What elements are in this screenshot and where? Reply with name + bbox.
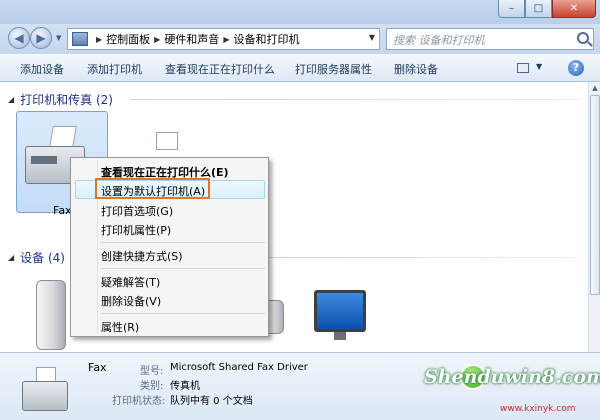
- breadcrumb-chevron-icon[interactable]: ▶: [96, 35, 102, 44]
- breadcrumb-chevron-icon[interactable]: ▶: [223, 35, 229, 44]
- scrollbar-thumb[interactable]: [590, 95, 600, 295]
- forward-arrow-icon: ▶: [36, 31, 46, 45]
- command-toolbar: 添加设备 添加打印机 查看现在正在打印什么 打印服务器属性 删除设备 ▼ ?: [0, 54, 600, 82]
- print-server-properties-button[interactable]: 打印服务器属性: [295, 61, 372, 77]
- fax-device-label: Fax: [53, 204, 72, 217]
- address-bar[interactable]: ▶ 控制面板 ▶ 硬件和声音 ▶ 设备和打印机 ▼: [67, 28, 380, 50]
- breadcrumb-chevron-icon[interactable]: ▶: [154, 35, 160, 44]
- window-controls: – □ ✕: [498, 0, 596, 18]
- details-device-name: Fax: [88, 361, 107, 374]
- monitor-stand-icon: [334, 332, 346, 340]
- menu-item-remove-device[interactable]: 删除设备(V): [101, 293, 161, 309]
- close-button[interactable]: ✕: [552, 0, 596, 18]
- back-arrow-icon: ◀: [14, 31, 24, 45]
- change-view-icon[interactable]: [517, 63, 529, 73]
- group-divider: [130, 99, 580, 100]
- menu-item-create-shortcut[interactable]: 创建快捷方式(S): [101, 248, 183, 264]
- watermark-text: Shenduwin8.com: [424, 366, 600, 388]
- vertical-scrollbar[interactable]: ▲: [588, 82, 600, 352]
- collapse-arrow-icon[interactable]: ◢: [8, 253, 14, 262]
- menu-item-printer-properties[interactable]: 打印机属性(P): [101, 222, 171, 238]
- address-dropdown-icon[interactable]: ▼: [369, 33, 375, 42]
- control-panel-icon: [72, 32, 88, 46]
- menu-separator: [101, 268, 265, 269]
- add-device-button[interactable]: 添加设备: [20, 61, 64, 77]
- back-button[interactable]: ◀: [8, 27, 30, 49]
- remove-device-button[interactable]: 删除设备: [394, 61, 438, 77]
- group-divider: [270, 257, 580, 258]
- devices-group-title: 设备 (4): [20, 251, 65, 265]
- devices-group-header[interactable]: ◢ 设备 (4): [8, 249, 65, 266]
- collapse-arrow-icon[interactable]: ◢: [8, 95, 14, 104]
- details-status-label: 打印机状态:: [112, 396, 166, 407]
- details-category-label: 类别:: [140, 381, 164, 392]
- breadcrumb-control-panel[interactable]: 控制面板: [106, 31, 150, 47]
- search-input[interactable]: 搜索 设备和打印机: [386, 28, 594, 50]
- search-icon[interactable]: [577, 32, 589, 44]
- fax-panel-icon: [31, 156, 57, 164]
- recent-pages-dropdown-icon[interactable]: ▼: [56, 34, 61, 42]
- minimize-button[interactable]: –: [498, 0, 525, 18]
- menu-separator: [101, 242, 265, 243]
- maximize-button[interactable]: □: [525, 0, 552, 18]
- breadcrumb-hardware-sound[interactable]: 硬件和声音: [164, 31, 219, 47]
- see-whats-printing-button[interactable]: 查看现在正在打印什么: [165, 61, 275, 77]
- details-model-label: 型号:: [140, 366, 164, 377]
- details-fax-icon: [22, 381, 68, 411]
- drive-device-icon[interactable]: [36, 280, 66, 350]
- details-model-value: Microsoft Shared Fax Driver: [170, 362, 308, 373]
- fax-paper-icon: [49, 126, 77, 148]
- view-dropdown-icon[interactable]: ▼: [536, 62, 542, 71]
- help-button[interactable]: ?: [568, 60, 584, 76]
- details-status-value: 队列中有 0 个文档: [170, 396, 253, 407]
- title-bar: – □ ✕: [0, 0, 600, 24]
- menu-separator: [101, 313, 265, 314]
- printer-paper-icon: [156, 132, 178, 150]
- menu-item-printing-preferences[interactable]: 打印首选项(G): [101, 203, 173, 219]
- navigation-bar: ◀ ▶ ▼ ▶ 控制面板 ▶ 硬件和声音 ▶ 设备和打印机 ▼ ⟳ 搜索 设备和…: [0, 24, 600, 54]
- watermark-site: www.kxinyk.com: [500, 404, 576, 414]
- search-placeholder: 搜索 设备和打印机: [393, 34, 485, 47]
- monitor-device-icon[interactable]: [314, 290, 366, 332]
- menu-item-troubleshoot[interactable]: 疑难解答(T): [101, 274, 160, 290]
- breadcrumb-devices-printers[interactable]: 设备和打印机: [233, 31, 299, 47]
- details-category-value: 传真机: [170, 381, 200, 392]
- printers-group-title: 打印机和传真 (2): [20, 93, 113, 107]
- scroll-up-icon[interactable]: ▲: [589, 82, 600, 94]
- forward-button[interactable]: ▶: [30, 27, 52, 49]
- add-printer-button[interactable]: 添加打印机: [87, 61, 142, 77]
- printers-group-header[interactable]: ◢ 打印机和传真 (2): [8, 91, 113, 108]
- menu-item-properties[interactable]: 属性(R): [101, 319, 139, 335]
- annotation-highlight-box: [95, 178, 210, 199]
